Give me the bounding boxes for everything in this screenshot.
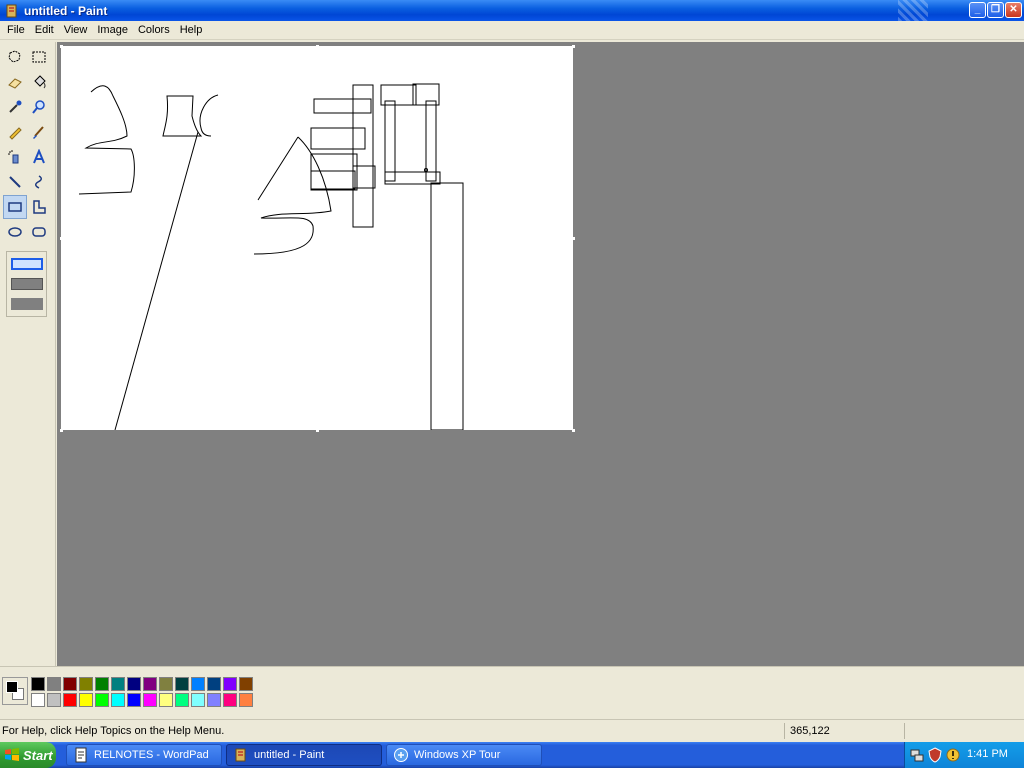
restore-button[interactable]: ❐ bbox=[987, 2, 1004, 18]
palette-swatch[interactable] bbox=[79, 693, 93, 707]
canvas-handle bbox=[60, 429, 63, 432]
fill-option-outline-filled[interactable] bbox=[11, 278, 43, 290]
palette-swatch[interactable] bbox=[47, 693, 61, 707]
palette-swatch[interactable] bbox=[223, 693, 237, 707]
palette-swatch[interactable] bbox=[95, 693, 109, 707]
taskbar: Start RELNOTES - WordPad untitled - Pain… bbox=[0, 742, 1024, 768]
menu-view[interactable]: View bbox=[59, 24, 93, 36]
brush-icon[interactable] bbox=[27, 120, 51, 144]
update-icon[interactable] bbox=[945, 747, 961, 763]
rounded-rectangle-icon[interactable] bbox=[27, 220, 51, 244]
fill-option-filled[interactable] bbox=[11, 298, 43, 310]
palette-swatch[interactable] bbox=[63, 693, 77, 707]
polygon-icon[interactable] bbox=[27, 195, 51, 219]
menu-image[interactable]: Image bbox=[92, 24, 133, 36]
status-help-text: For Help, click Help Topics on the Help … bbox=[2, 725, 225, 737]
status-size-pane bbox=[904, 723, 1014, 739]
close-button[interactable]: ✕ bbox=[1005, 2, 1022, 18]
task-label: RELNOTES - WordPad bbox=[94, 749, 209, 761]
canvas-handle bbox=[316, 45, 319, 48]
palette-swatch[interactable] bbox=[127, 677, 141, 691]
windows-logo-icon bbox=[5, 748, 19, 761]
security-icon[interactable] bbox=[927, 747, 943, 763]
minimize-button[interactable]: _ bbox=[969, 2, 986, 18]
canvas-resize-handle-bottom[interactable] bbox=[316, 429, 319, 432]
canvas-resize-handle-corner[interactable] bbox=[572, 429, 575, 432]
palette-swatch[interactable] bbox=[111, 693, 125, 707]
start-button[interactable]: Start bbox=[0, 742, 56, 768]
pick-color-icon[interactable] bbox=[3, 95, 27, 119]
canvas-handle bbox=[572, 45, 575, 48]
task-label: untitled - Paint bbox=[254, 749, 325, 761]
text-icon[interactable] bbox=[27, 145, 51, 169]
palette-swatch[interactable] bbox=[159, 677, 173, 691]
palette-swatch[interactable] bbox=[95, 677, 109, 691]
pencil-icon[interactable] bbox=[3, 120, 27, 144]
drawing-canvas[interactable] bbox=[61, 46, 573, 431]
xp-flag-decoration bbox=[898, 0, 928, 21]
magnifier-icon[interactable] bbox=[27, 95, 51, 119]
ellipse-icon[interactable] bbox=[3, 220, 27, 244]
palette-swatch[interactable] bbox=[175, 677, 189, 691]
menu-bar: File Edit View Image Colors Help bbox=[0, 21, 1024, 40]
fill-with-color-icon[interactable] bbox=[27, 70, 51, 94]
task-xp-tour[interactable]: Windows XP Tour bbox=[386, 744, 542, 766]
canvas-resize-handle-right[interactable] bbox=[572, 237, 575, 240]
start-label: Start bbox=[23, 747, 53, 763]
tool-options-box bbox=[6, 251, 47, 317]
airbrush-icon[interactable] bbox=[3, 145, 27, 169]
select-icon[interactable] bbox=[27, 45, 51, 69]
color-palette bbox=[0, 666, 1024, 716]
xp-tour-icon bbox=[394, 748, 408, 762]
canvas-handle bbox=[60, 45, 63, 48]
menu-file[interactable]: File bbox=[2, 24, 30, 36]
palette-swatch[interactable] bbox=[207, 677, 221, 691]
menu-help[interactable]: Help bbox=[175, 24, 208, 36]
network-icon[interactable] bbox=[909, 747, 925, 763]
palette-swatch[interactable] bbox=[207, 693, 221, 707]
palette-swatch[interactable] bbox=[63, 677, 77, 691]
status-bar: For Help, click Help Topics on the Help … bbox=[0, 719, 1024, 741]
system-tray: 1:41 PM bbox=[904, 742, 1024, 768]
palette-swatch[interactable] bbox=[239, 693, 253, 707]
free-form-select-icon[interactable] bbox=[3, 45, 27, 69]
palette-swatch[interactable] bbox=[127, 693, 141, 707]
workspace bbox=[57, 42, 1024, 666]
palette-swatch[interactable] bbox=[223, 677, 237, 691]
status-coordinates: 365,122 bbox=[784, 723, 902, 739]
palette-swatch[interactable] bbox=[143, 677, 157, 691]
canvas-handle bbox=[60, 237, 63, 240]
palette-swatch[interactable] bbox=[31, 693, 45, 707]
palette-swatch[interactable] bbox=[47, 677, 61, 691]
palette-swatch[interactable] bbox=[31, 677, 45, 691]
palette-swatch[interactable] bbox=[239, 677, 253, 691]
palette-swatch[interactable] bbox=[111, 677, 125, 691]
window-title: untitled - Paint bbox=[24, 3, 108, 18]
wordpad-icon bbox=[75, 747, 87, 763]
fill-option-outline[interactable] bbox=[11, 258, 43, 270]
menu-colors[interactable]: Colors bbox=[133, 24, 175, 36]
palette-swatch[interactable] bbox=[191, 677, 205, 691]
palette-swatch[interactable] bbox=[191, 693, 205, 707]
title-bar[interactable]: untitled - Paint _ ❐ ✕ bbox=[0, 0, 1024, 21]
palette-swatch[interactable] bbox=[159, 693, 173, 707]
palette-swatch[interactable] bbox=[79, 677, 93, 691]
current-colors[interactable] bbox=[2, 677, 28, 705]
task-paint[interactable]: untitled - Paint bbox=[226, 744, 382, 766]
palette-swatch[interactable] bbox=[175, 693, 189, 707]
canvas-drawing bbox=[78, 83, 464, 431]
clock: 1:41 PM bbox=[967, 748, 1008, 760]
task-label: Windows XP Tour bbox=[414, 749, 501, 761]
menu-edit[interactable]: Edit bbox=[30, 24, 59, 36]
rectangle-icon[interactable] bbox=[3, 195, 27, 219]
task-wordpad[interactable]: RELNOTES - WordPad bbox=[66, 744, 222, 766]
toolbox bbox=[0, 42, 56, 666]
foreground-color bbox=[6, 681, 18, 693]
eraser-icon[interactable] bbox=[3, 70, 27, 94]
paint-icon bbox=[235, 748, 246, 762]
curve-icon[interactable] bbox=[27, 170, 51, 194]
line-icon[interactable] bbox=[3, 170, 27, 194]
paint-app-icon bbox=[6, 4, 17, 17]
palette-swatch[interactable] bbox=[143, 693, 157, 707]
